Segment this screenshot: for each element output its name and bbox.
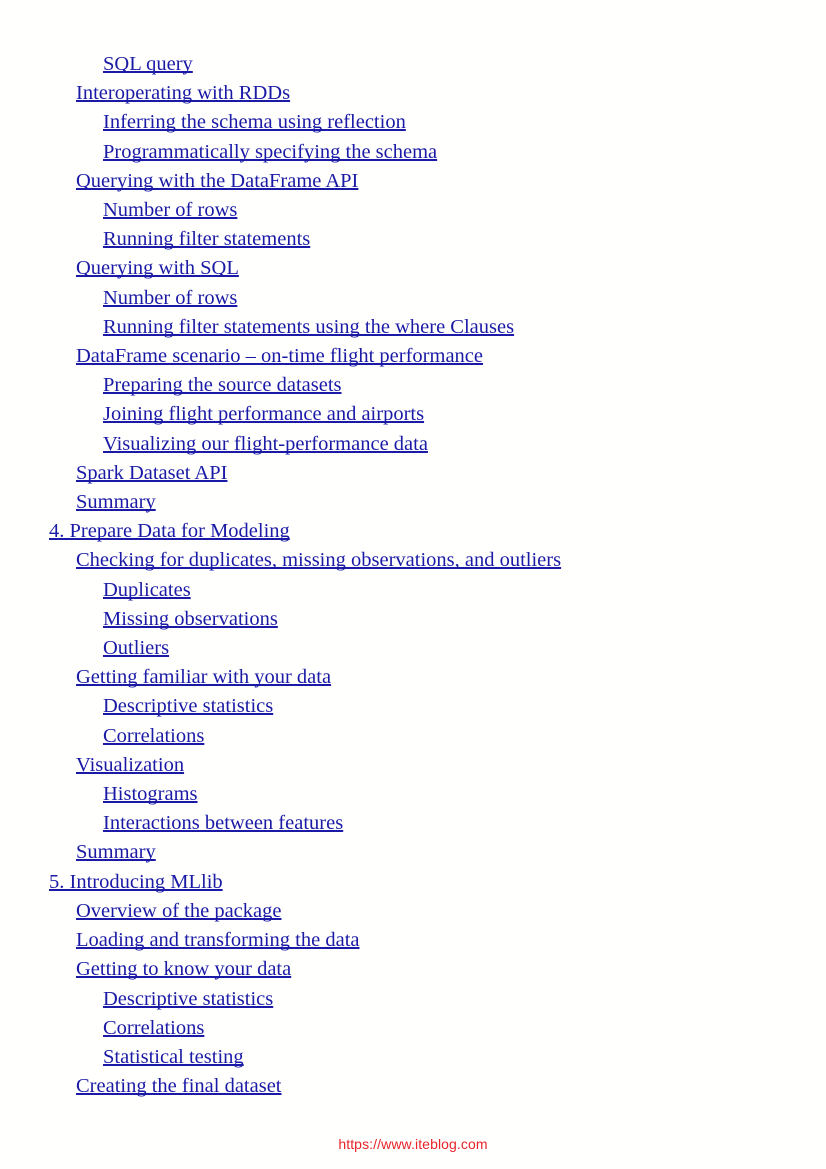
toc-entry[interactable]: Spark Dataset API xyxy=(76,459,227,488)
toc-entry[interactable]: Duplicates xyxy=(103,576,191,605)
toc-entry[interactable]: Visualization xyxy=(76,751,184,780)
toc-entry[interactable]: 5. Introducing MLlib xyxy=(49,868,223,897)
toc-entry[interactable]: Inferring the schema using reflection xyxy=(103,108,406,137)
toc-entry[interactable]: Correlations xyxy=(103,1014,204,1043)
toc-entry[interactable]: Descriptive statistics xyxy=(103,692,273,721)
toc-entry[interactable]: Joining flight performance and airports xyxy=(103,400,424,429)
toc-entry[interactable]: Outliers xyxy=(103,634,169,663)
toc-entry[interactable]: Summary xyxy=(76,838,156,867)
site-watermark: https://www.iteblog.com xyxy=(338,1136,488,1152)
toc-entry[interactable]: Getting familiar with your data xyxy=(76,663,331,692)
toc-entry[interactable]: Missing observations xyxy=(103,605,278,634)
toc-entry[interactable]: Descriptive statistics xyxy=(103,985,273,1014)
toc-entry[interactable]: Checking for duplicates, missing observa… xyxy=(76,546,561,575)
toc-entry[interactable]: DataFrame scenario – on-time flight perf… xyxy=(76,342,483,371)
toc-entry[interactable]: Creating the final dataset xyxy=(76,1072,282,1101)
toc-entry[interactable]: Loading and transforming the data xyxy=(76,926,360,955)
toc-entry[interactable]: Number of rows xyxy=(103,196,237,225)
toc-entry[interactable]: SQL query xyxy=(103,50,193,79)
toc-entry[interactable]: Overview of the package xyxy=(76,897,281,926)
toc-entry[interactable]: Querying with the DataFrame API xyxy=(76,167,358,196)
toc-entry[interactable]: Statistical testing xyxy=(103,1043,244,1072)
toc-entry[interactable]: Correlations xyxy=(103,722,204,751)
toc-entry[interactable]: Visualizing our flight-performance data xyxy=(103,430,428,459)
toc-entry[interactable]: Summary xyxy=(76,488,156,517)
toc-entry[interactable]: Programmatically specifying the schema xyxy=(103,138,437,167)
toc-entry[interactable]: Getting to know your data xyxy=(76,955,291,984)
toc-entry[interactable]: 4. Prepare Data for Modeling xyxy=(49,517,290,546)
toc-entry[interactable]: Interactions between features xyxy=(103,809,343,838)
toc-entry[interactable]: Number of rows xyxy=(103,284,237,313)
toc-entry[interactable]: Running filter statements using the wher… xyxy=(103,313,514,342)
toc-entry[interactable]: Interoperating with RDDs xyxy=(76,79,290,108)
toc-entry[interactable]: Querying with SQL xyxy=(76,254,239,283)
document-page: SQL query Interoperating with RDDs Inferri… xyxy=(0,0,826,1169)
toc-entry[interactable]: Running filter statements xyxy=(103,225,310,254)
toc-entry[interactable]: Histograms xyxy=(103,780,198,809)
toc-entry[interactable]: Preparing the source datasets xyxy=(103,371,342,400)
table-of-contents: SQL query Interoperating with RDDs Inferri… xyxy=(0,50,826,1101)
